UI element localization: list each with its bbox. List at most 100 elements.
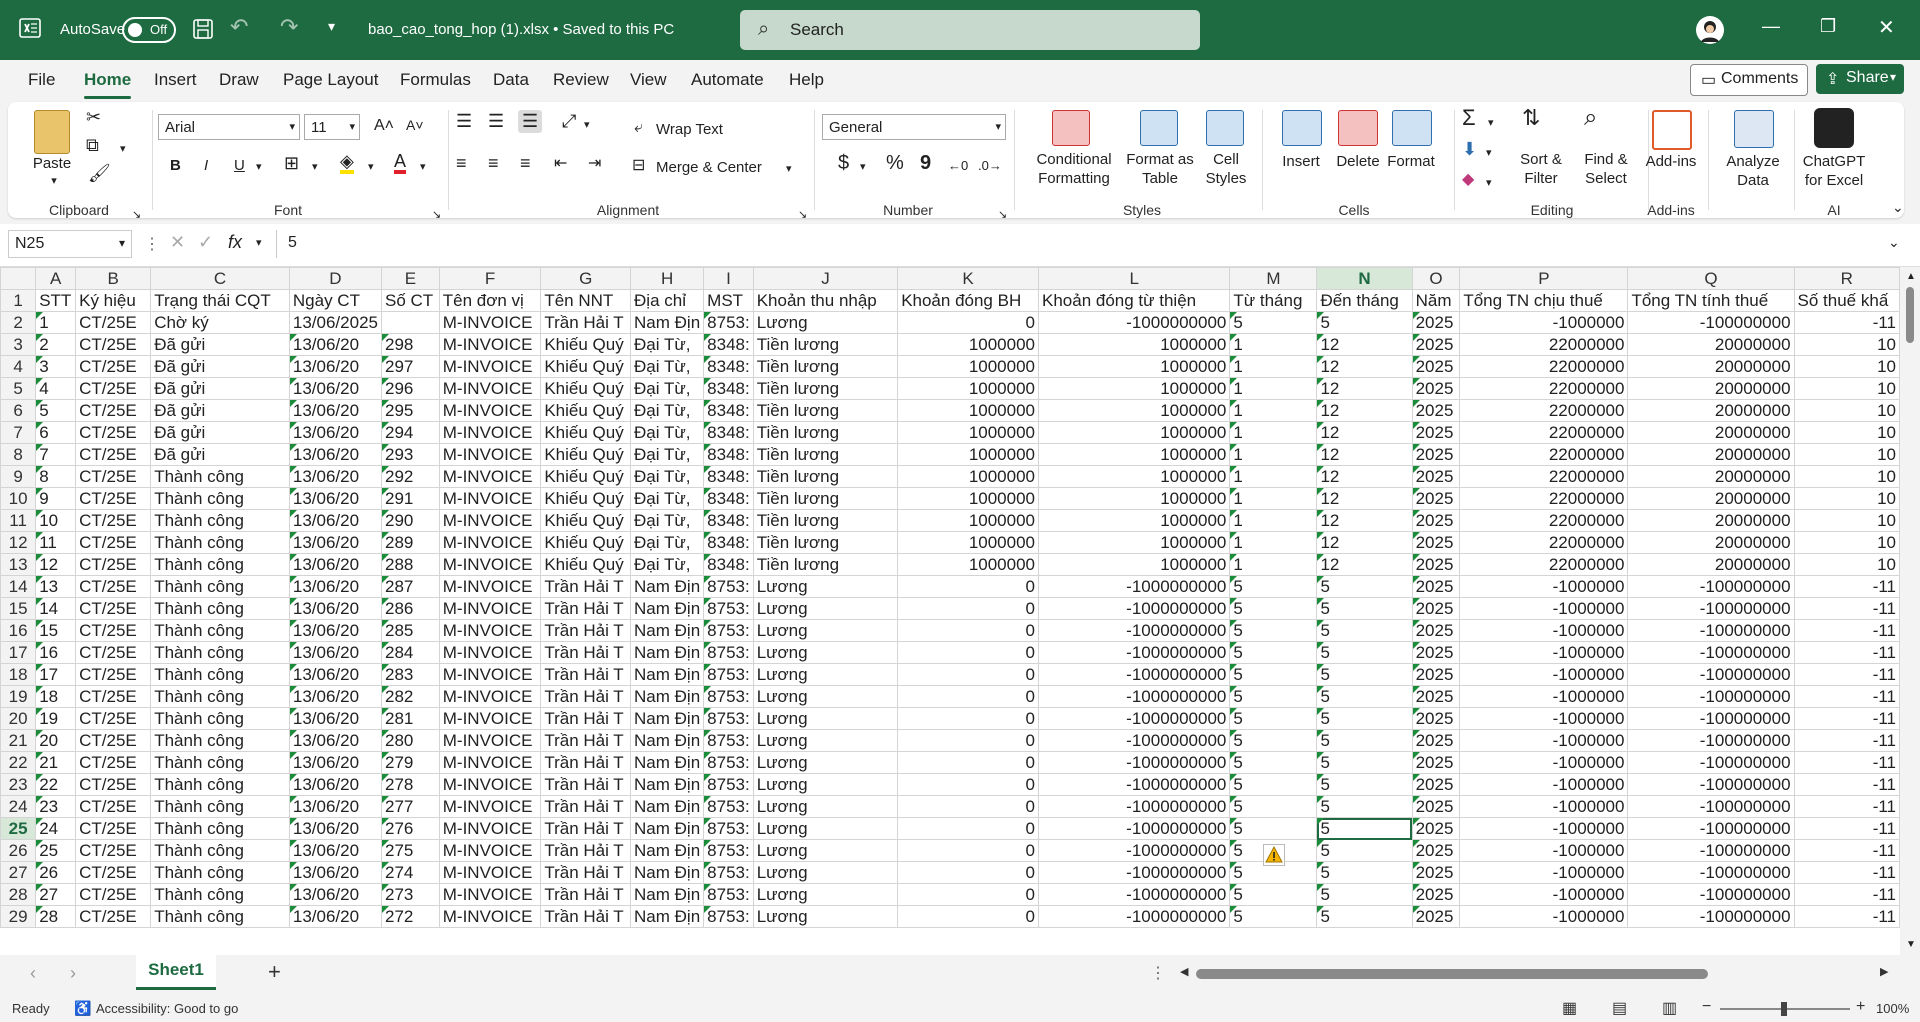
cell-b18[interactable]: CT/25E [75, 663, 152, 686]
comma-style-button[interactable]: 9 [920, 153, 931, 173]
cell-f3[interactable]: M-INVOICE [438, 333, 542, 356]
cell-e16[interactable]: 285 [380, 619, 440, 642]
cell-f2[interactable]: M-INVOICE [438, 311, 542, 334]
cell-r22[interactable]: -11 [1793, 751, 1900, 774]
cell-a16[interactable]: 15 [35, 619, 77, 642]
cell-j12[interactable]: Tiền lương [752, 531, 899, 554]
cell-l23[interactable]: -1000000000 [1037, 773, 1231, 796]
cell-g20[interactable]: Trần Hải T [540, 707, 632, 730]
row-header[interactable]: 8 [0, 443, 37, 466]
cell-c28[interactable]: Thành công [150, 883, 290, 906]
cell-m2[interactable]: 5 [1229, 311, 1318, 334]
cell-e1[interactable]: Số CT [380, 289, 440, 312]
cell-j4[interactable]: Tiền lương [752, 355, 899, 378]
tab-automate[interactable]: Automate [691, 70, 764, 90]
cell-o16[interactable]: 2025 [1411, 619, 1461, 642]
cell-p27[interactable]: -1000000 [1459, 861, 1629, 884]
orientation-icon[interactable]: ⤢ [562, 112, 576, 131]
cell-p23[interactable]: -1000000 [1459, 773, 1629, 796]
tab-data[interactable]: Data [493, 70, 529, 90]
cell-i20[interactable]: 8753: [703, 707, 754, 730]
merge-chevron-icon[interactable]: ▾ [786, 160, 792, 179]
cell-h17[interactable]: Nam Địn [630, 641, 705, 664]
cell-o28[interactable]: 2025 [1411, 883, 1461, 906]
cell-k26[interactable]: 0 [897, 839, 1039, 862]
cell-f24[interactable]: M-INVOICE [438, 795, 542, 818]
cell-b14[interactable]: CT/25E [75, 575, 152, 598]
cell-a13[interactable]: 12 [35, 553, 77, 576]
decrease-font-size-icon[interactable]: A˅ [406, 116, 424, 135]
cell-o7[interactable]: 2025 [1411, 421, 1461, 444]
font-launcher-icon[interactable]: ↘ [432, 206, 441, 225]
cell-j29[interactable]: Lương [752, 905, 899, 928]
cell-d4[interactable]: 13/06/20 [288, 355, 382, 378]
cell-h25[interactable]: Nam Địn [630, 817, 705, 840]
cell-g21[interactable]: Trần Hải T [540, 729, 632, 752]
cell-g9[interactable]: Khiếu Quý [540, 465, 632, 488]
cell-d17[interactable]: 13/06/20 [288, 641, 382, 664]
cell-d14[interactable]: 13/06/20 [288, 575, 382, 598]
cell-i27[interactable]: 8753: [703, 861, 754, 884]
row-header[interactable]: 24 [0, 795, 37, 818]
cell-o24[interactable]: 2025 [1411, 795, 1461, 818]
tab-review[interactable]: Review [553, 70, 609, 90]
cell-c18[interactable]: Thành công [150, 663, 290, 686]
sort-filter-icon[interactable]: ⇅ [1522, 107, 1540, 129]
sheet-tab-sheet1[interactable]: Sheet1 [136, 955, 216, 990]
cell-e8[interactable]: 293 [380, 443, 440, 466]
cell-l28[interactable]: -1000000000 [1037, 883, 1231, 906]
cell-a20[interactable]: 19 [35, 707, 77, 730]
cell-e2[interactable] [380, 311, 440, 334]
cell-l4[interactable]: 1000000 [1037, 355, 1231, 378]
cell-f4[interactable]: M-INVOICE [438, 355, 542, 378]
cell-m7[interactable]: 1 [1229, 421, 1318, 444]
cell-q26[interactable]: -100000000 [1627, 839, 1795, 862]
cell-q3[interactable]: 20000000 [1627, 333, 1795, 356]
cell-l3[interactable]: 1000000 [1037, 333, 1231, 356]
cell-p5[interactable]: 22000000 [1459, 377, 1629, 400]
cell-j6[interactable]: Tiền lương [752, 399, 899, 422]
cell-h4[interactable]: Đại Từ, [630, 355, 705, 378]
cell-r10[interactable]: 10 [1793, 487, 1900, 510]
cell-m1[interactable]: Từ tháng [1229, 289, 1318, 312]
page-break-view-icon[interactable]: ▥ [1662, 998, 1677, 1018]
cell-k19[interactable]: 0 [897, 685, 1039, 708]
cell-b3[interactable]: CT/25E [75, 333, 152, 356]
cell-i9[interactable]: 8348: [703, 465, 754, 488]
cell-i14[interactable]: 8753: [703, 575, 754, 598]
row-header[interactable]: 21 [0, 729, 37, 752]
cell-d18[interactable]: 13/06/20 [288, 663, 382, 686]
cell-g25[interactable]: Trần Hải T [540, 817, 632, 840]
clear-chevron-icon[interactable]: ▾ [1486, 174, 1492, 193]
cell-l1[interactable]: Khoản đóng từ thiện [1037, 289, 1231, 312]
increase-indent-icon[interactable]: ⇥ [588, 154, 601, 173]
search-box[interactable]: ⌕ Search [740, 10, 1200, 50]
cell-d11[interactable]: 13/06/20 [288, 509, 382, 532]
scroll-down-icon[interactable]: ▼ [1906, 939, 1916, 950]
cell-j10[interactable]: Tiền lương [752, 487, 899, 510]
tab-view[interactable]: View [630, 70, 667, 90]
cell-h24[interactable]: Nam Địn [630, 795, 705, 818]
cell-p11[interactable]: 22000000 [1459, 509, 1629, 532]
cell-r4[interactable]: 10 [1793, 355, 1900, 378]
column-header-r[interactable]: R [1793, 267, 1900, 290]
column-header-e[interactable]: E [380, 267, 440, 290]
cell-a26[interactable]: 25 [35, 839, 77, 862]
cell-i19[interactable]: 8753: [703, 685, 754, 708]
cell-f10[interactable]: M-INVOICE [438, 487, 542, 510]
cell-f28[interactable]: M-INVOICE [438, 883, 542, 906]
cell-h6[interactable]: Đại Từ, [630, 399, 705, 422]
cell-b17[interactable]: CT/25E [75, 641, 152, 664]
cell-styles-button[interactable]: Cell Styles [1198, 150, 1254, 188]
cell-k1[interactable]: Khoản đóng BH [897, 289, 1039, 312]
cell-l22[interactable]: -1000000000 [1037, 751, 1231, 774]
cell-f27[interactable]: M-INVOICE [438, 861, 542, 884]
cell-f18[interactable]: M-INVOICE [438, 663, 542, 686]
cell-m21[interactable]: 5 [1229, 729, 1318, 752]
paste-chevron-icon[interactable]: ▾ [44, 172, 64, 191]
cell-i6[interactable]: 8348: [703, 399, 754, 422]
cell-g29[interactable]: Trần Hải T [540, 905, 632, 928]
cell-n26[interactable]: 5 [1316, 839, 1413, 862]
cell-a11[interactable]: 10 [35, 509, 77, 532]
cell-d16[interactable]: 13/06/20 [288, 619, 382, 642]
